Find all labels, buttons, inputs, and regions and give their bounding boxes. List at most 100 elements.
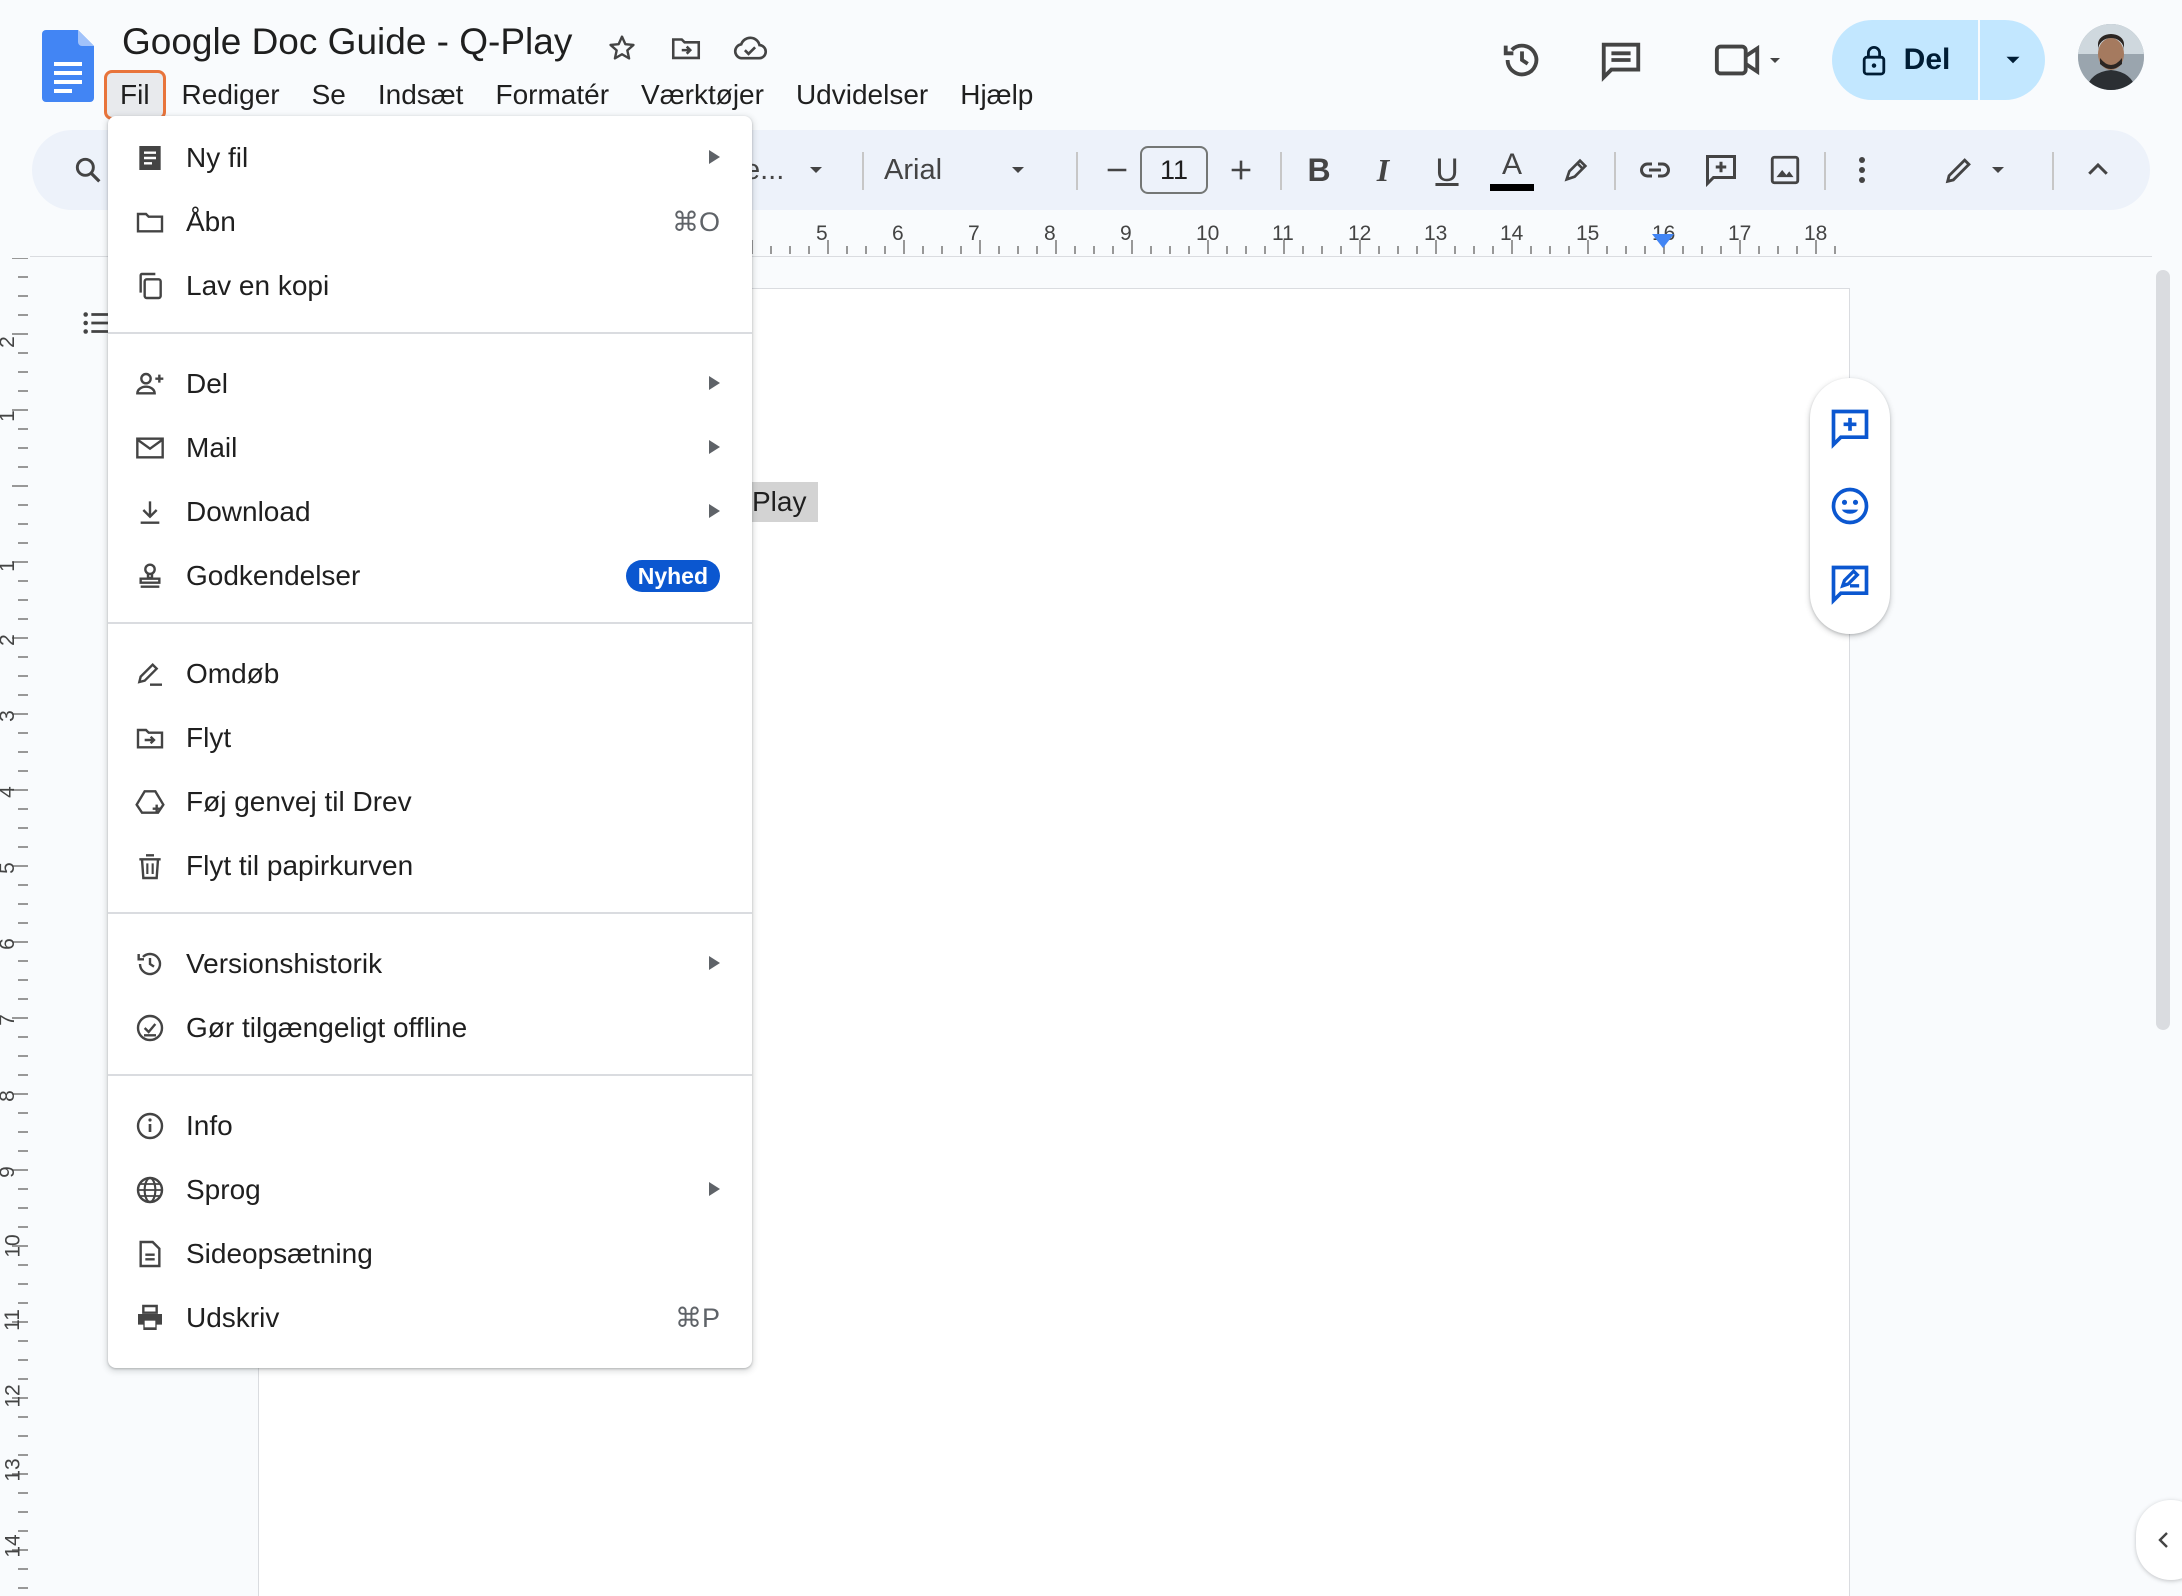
paragraph-style-select[interactable]: e... — [744, 130, 874, 210]
file-menu-item-offline-check[interactable]: Gør tilgængeligt offline — [108, 996, 752, 1060]
document-title[interactable]: Google Doc Guide - Q-Play — [122, 18, 572, 66]
text-color-button[interactable]: A — [1486, 130, 1538, 210]
menu-format[interactable]: Formatér — [479, 70, 625, 120]
add-comment-icon[interactable] — [1694, 130, 1748, 210]
menu-divider — [108, 912, 752, 914]
globe-icon — [136, 1176, 164, 1204]
file-menu-item-history[interactable]: Versionshistorik — [108, 932, 752, 996]
menu-item-label: Flyt til papirkurven — [186, 850, 414, 881]
file-menu-item-rename[interactable]: Omdøb — [108, 642, 752, 706]
submenu-arrow-icon — [709, 504, 720, 518]
menu-divider — [108, 1074, 752, 1076]
document-body-text[interactable]: Play — [752, 482, 819, 522]
share-button[interactable]: Del — [1832, 20, 2045, 100]
cloud-saved-icon[interactable] — [728, 26, 772, 70]
ruler-number: 6 — [892, 222, 904, 245]
file-menu-item-download[interactable]: Download — [108, 480, 752, 544]
underline-button[interactable]: U — [1422, 130, 1472, 210]
menu-item-label: Føj genvej til Drev — [186, 786, 412, 817]
meet-video-button[interactable] — [1702, 34, 1798, 86]
menu-item-label: Gør tilgængeligt offline — [186, 1012, 468, 1043]
font-size-input[interactable]: 11 — [1140, 146, 1208, 194]
ruler-number: 7 — [968, 222, 980, 245]
file-menu-item-mail[interactable]: Mail — [108, 416, 752, 480]
insert-link-icon[interactable] — [1628, 130, 1682, 210]
vertical-ruler-number: 10 — [1, 1234, 25, 1258]
rename-icon — [137, 662, 162, 686]
decrease-font-size-icon[interactable] — [1092, 130, 1142, 210]
share-dropdown[interactable] — [1980, 20, 2045, 100]
ruler-number: 11 — [1272, 222, 1294, 245]
menu-tools[interactable]: Værktøjer — [625, 70, 780, 120]
emoji-reaction-icon[interactable] — [1826, 482, 1874, 530]
ruler-number: 14 — [1500, 222, 1524, 245]
vertical-ruler-number: 1 — [0, 410, 20, 422]
version-history-icon[interactable] — [1496, 34, 1548, 86]
share-main[interactable]: Del — [1832, 20, 1980, 100]
ruler-number: 13 — [1424, 222, 1448, 245]
font-select[interactable]: Arial — [884, 130, 1084, 210]
ruler-number: 10 — [1196, 222, 1220, 245]
bold-button[interactable]: B — [1294, 130, 1344, 210]
add-comment-icon[interactable] — [1826, 404, 1874, 452]
menu-view[interactable]: Se — [296, 70, 362, 120]
move-folder-icon — [136, 728, 164, 749]
vertical-ruler-number: 12 — [1, 1384, 25, 1408]
vertical-ruler[interactable]: 211234567891011121314 — [0, 258, 30, 1596]
menu-edit[interactable]: Rediger — [166, 70, 296, 120]
drive-shortcut-icon — [135, 790, 165, 814]
text-color-swatch — [1490, 183, 1534, 191]
file-menu-item-trash[interactable]: Flyt til papirkurven — [108, 834, 752, 898]
menu-item-label: Info — [186, 1110, 233, 1141]
ruler-number: 9 — [1120, 222, 1132, 245]
suggest-edits-icon[interactable] — [1826, 560, 1874, 608]
ruler-number: 8 — [1044, 222, 1056, 245]
file-menu-item-folder[interactable]: Åbn ⌘O — [108, 190, 752, 254]
file-menu-item-person-add[interactable]: Del — [108, 352, 752, 416]
editing-mode-button[interactable] — [1926, 130, 2026, 210]
indent-marker-icon — [1652, 234, 1674, 248]
file-menu-item-info[interactable]: Info — [108, 1094, 752, 1158]
vertical-ruler-number: 4 — [0, 786, 20, 798]
vertical-ruler-number: 2 — [0, 336, 20, 348]
menu-insert[interactable]: Indsæt — [362, 70, 480, 120]
menu-item-label: Lav en kopi — [186, 270, 330, 301]
menu-help[interactable]: Hjælp — [944, 70, 1049, 120]
menu-divider — [108, 622, 752, 624]
increase-font-size-icon[interactable] — [1216, 130, 1266, 210]
download-icon — [140, 501, 160, 524]
menu-file[interactable]: Fil — [104, 70, 166, 120]
vertical-ruler-number: 7 — [0, 1014, 20, 1026]
more-options-icon[interactable] — [1840, 130, 1884, 210]
star-icon[interactable] — [600, 26, 644, 70]
comments-icon[interactable] — [1594, 34, 1648, 86]
menu-extensions[interactable]: Udvidelser — [780, 70, 944, 120]
file-menu-item-copy[interactable]: Lav en kopi — [108, 254, 752, 318]
menu-item-label: Del — [186, 368, 229, 399]
menu-item-label: Versionshistorik — [186, 948, 383, 979]
file-menu-item-move-folder[interactable]: Flyt — [108, 706, 752, 770]
menu-item-label: Sprog — [186, 1174, 261, 1205]
submenu-arrow-icon — [709, 440, 720, 454]
chevron-down-icon — [810, 167, 823, 173]
highlight-pen-icon[interactable] — [1550, 130, 1602, 210]
docs-logo-icon[interactable] — [42, 30, 94, 102]
avatar[interactable] — [2078, 24, 2144, 90]
search-menus-icon[interactable] — [62, 130, 114, 210]
hide-menus-chevron-up-icon[interactable] — [2068, 130, 2128, 210]
submenu-arrow-icon — [709, 150, 720, 164]
file-menu-item-drive-shortcut[interactable]: Føj genvej til Drev — [108, 770, 752, 834]
file-menu-item-approval-stamp[interactable]: Godkendelser Nyhed — [108, 544, 752, 608]
file-menu-item-globe[interactable]: Sprog — [108, 1158, 752, 1222]
menu-item-label: Ny fil — [186, 142, 249, 173]
file-menu-item-page-setup[interactable]: Sideopsætning — [108, 1222, 752, 1286]
vertical-scrollbar[interactable] — [2156, 270, 2170, 1030]
submenu-arrow-icon — [709, 376, 720, 390]
move-folder-icon[interactable] — [664, 26, 708, 70]
file-menu-item-print[interactable]: Udskriv ⌘P — [108, 1286, 752, 1350]
horizontal-ruler[interactable]: 456789101112131415161718 — [752, 222, 1852, 256]
italic-button[interactable]: I — [1358, 130, 1408, 210]
insert-image-icon[interactable] — [1758, 130, 1812, 210]
file-menu-item-new-file[interactable]: Ny fil — [108, 126, 752, 190]
chevron-down-icon — [1012, 167, 1025, 173]
